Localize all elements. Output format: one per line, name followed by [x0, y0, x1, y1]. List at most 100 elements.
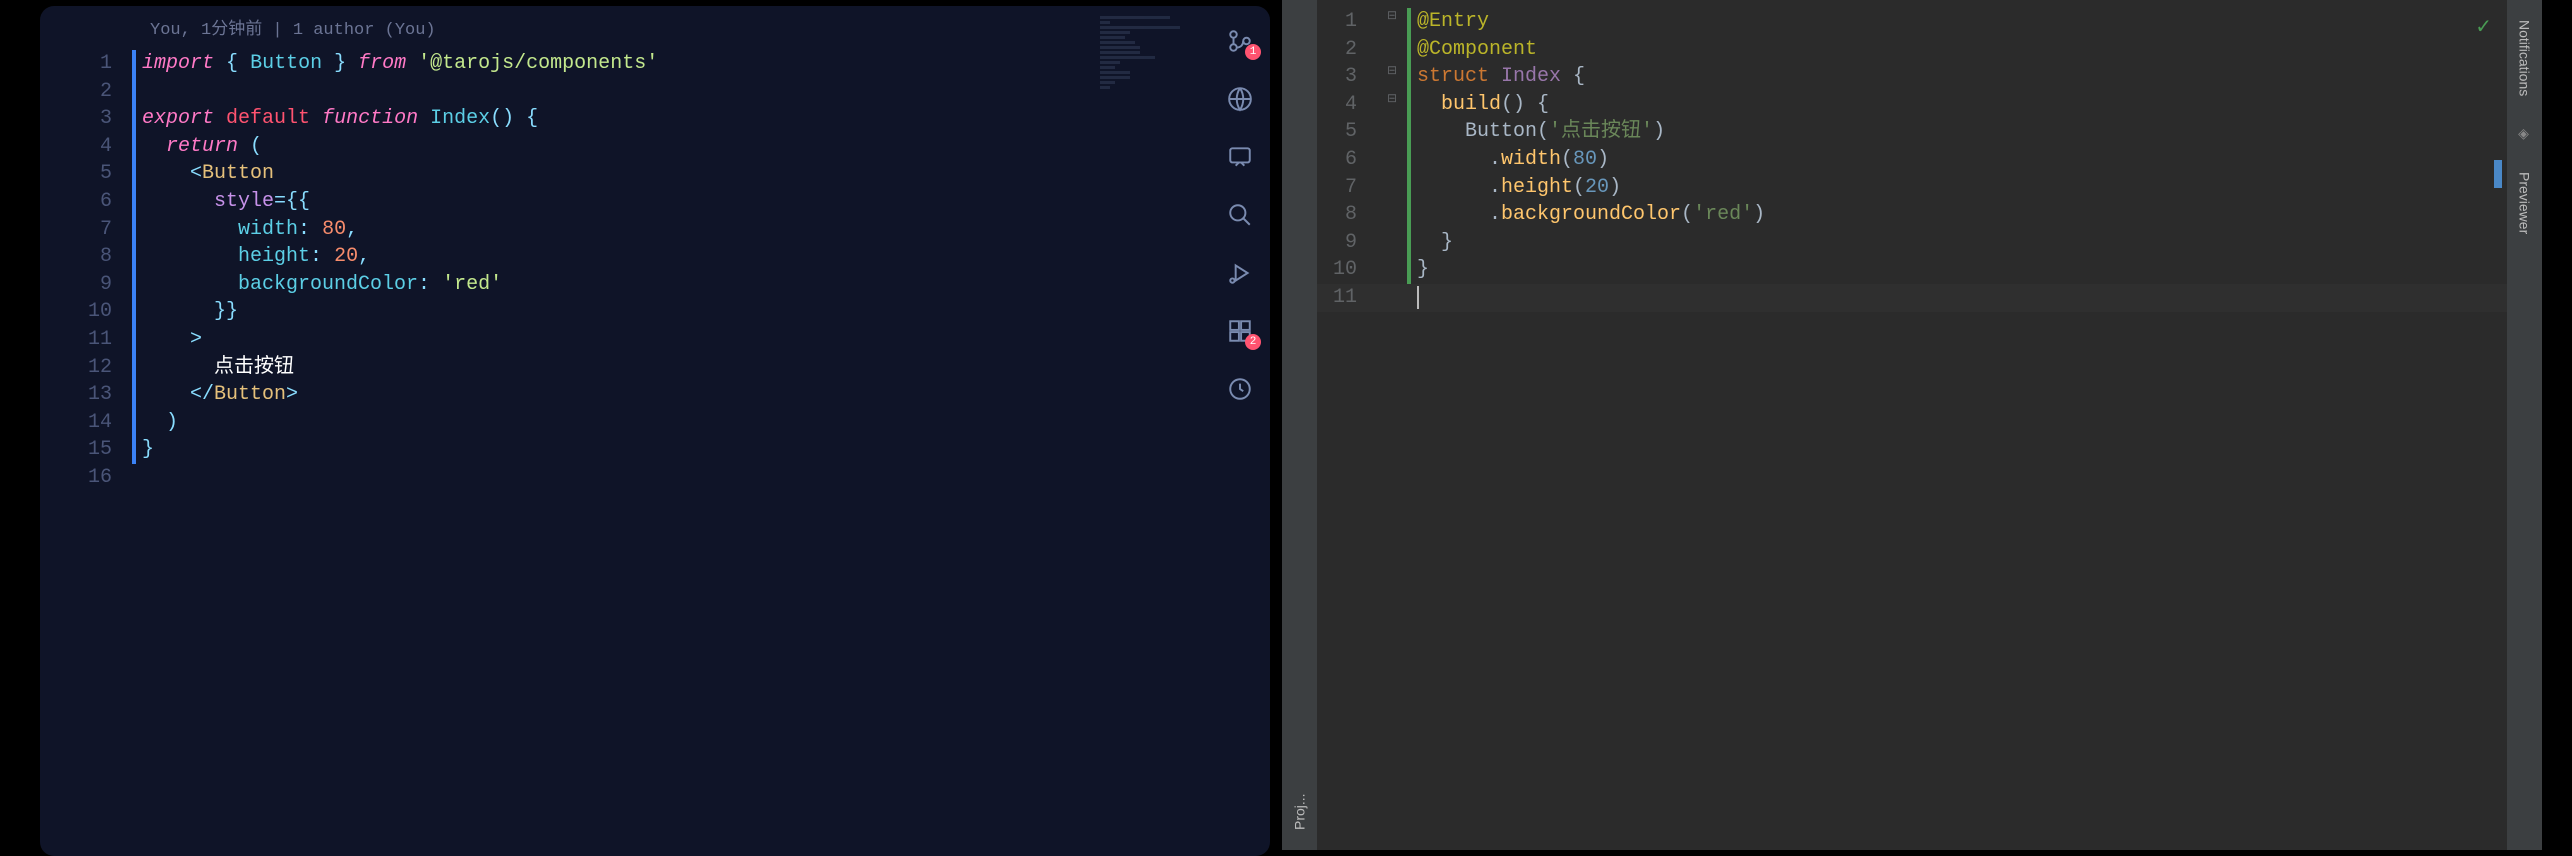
- code-line[interactable]: 3⊟ struct Index {: [1317, 63, 2507, 91]
- code-line[interactable]: 9 }: [1317, 229, 2507, 257]
- code-line[interactable]: 1⊟ @Entry: [1317, 8, 2507, 36]
- line-content[interactable]: backgroundColor: 'red': [142, 271, 1270, 299]
- search-icon[interactable]: [1225, 200, 1255, 230]
- line-content[interactable]: @Entry: [1417, 8, 2507, 36]
- line-number: 3: [40, 105, 132, 133]
- git-blame-annotation: You, 1分钟前 | 1 author (You): [40, 6, 1270, 44]
- git-change-indicator: [132, 354, 136, 382]
- git-change-indicator: [1407, 91, 1411, 119]
- code-line[interactable]: 5 Button('点击按钮'): [1317, 118, 2507, 146]
- code-line[interactable]: 2: [40, 78, 1270, 106]
- inspection-ok-icon[interactable]: ✓: [2475, 14, 2492, 40]
- line-content[interactable]: 点击按钮: [142, 354, 1270, 382]
- code-line[interactable]: 15}: [40, 436, 1270, 464]
- previewer-tab[interactable]: Previewer: [2517, 172, 2533, 234]
- line-content[interactable]: >: [142, 326, 1270, 354]
- remote-explorer-icon[interactable]: [1225, 84, 1255, 114]
- git-change-indicator: [1407, 256, 1411, 284]
- source-control-badge: 1: [1245, 44, 1261, 60]
- line-number: 1: [40, 50, 132, 78]
- line-content[interactable]: height: 20,: [142, 243, 1270, 271]
- git-change-indicator: [132, 133, 136, 161]
- code-line[interactable]: 4⊟ build() {: [1317, 91, 2507, 119]
- git-change-indicator: [132, 298, 136, 326]
- chat-icon[interactable]: [1225, 142, 1255, 172]
- extensions-badge: 2: [1245, 334, 1261, 350]
- code-line[interactable]: 13 </Button>: [40, 381, 1270, 409]
- git-change-indicator: [132, 216, 136, 244]
- timeline-icon[interactable]: [1225, 374, 1255, 404]
- project-tool-window-tab[interactable]: Proj...: [1282, 0, 1317, 850]
- scrollbar-marker[interactable]: [2494, 160, 2502, 188]
- right-tool-window-bar: Notifications ◈ Previewer: [2507, 0, 2542, 850]
- line-number: 9: [1317, 229, 1377, 257]
- line-content[interactable]: struct Index {: [1417, 63, 2507, 91]
- line-number: 10: [1317, 256, 1377, 284]
- line-number: 10: [40, 298, 132, 326]
- code-line[interactable]: 11 >: [40, 326, 1270, 354]
- line-number: 11: [40, 326, 132, 354]
- left-code-area[interactable]: 1import { Button } from '@tarojs/compone…: [40, 44, 1270, 492]
- line-content[interactable]: </Button>: [142, 381, 1270, 409]
- line-number: 8: [1317, 201, 1377, 229]
- code-line[interactable]: 3export default function Index() {: [40, 105, 1270, 133]
- line-number: 7: [40, 216, 132, 244]
- code-line[interactable]: 4 return (: [40, 133, 1270, 161]
- activity-bar: 1 2: [1210, 16, 1270, 404]
- code-line[interactable]: 14 ): [40, 409, 1270, 437]
- line-number: 8: [40, 243, 132, 271]
- right-code-area[interactable]: 1⊟@Entry2@Component3⊟struct Index {4⊟ bu…: [1317, 0, 2507, 312]
- line-number: 3: [1317, 63, 1377, 91]
- code-line[interactable]: 2@Component: [1317, 36, 2507, 64]
- code-line[interactable]: 16: [40, 464, 1270, 492]
- line-content[interactable]: }: [142, 436, 1270, 464]
- code-line[interactable]: 1import { Button } from '@tarojs/compone…: [40, 50, 1270, 78]
- code-line[interactable]: 8 .backgroundColor('red'): [1317, 201, 2507, 229]
- git-change-indicator: [132, 105, 136, 133]
- line-content[interactable]: .height(20): [1417, 174, 2507, 202]
- code-line[interactable]: 12 点击按钮: [40, 354, 1270, 382]
- line-number: 5: [1317, 118, 1377, 146]
- git-change-indicator: [132, 381, 136, 409]
- debug-icon[interactable]: [1225, 258, 1255, 288]
- line-content[interactable]: [1417, 284, 2507, 312]
- source-control-icon[interactable]: 1: [1225, 26, 1255, 56]
- line-content[interactable]: }: [1417, 256, 2507, 284]
- extensions-icon[interactable]: 2: [1225, 316, 1255, 346]
- notifications-tab[interactable]: Notifications: [2517, 20, 2533, 96]
- line-number: 4: [40, 133, 132, 161]
- line-number: 6: [40, 188, 132, 216]
- line-content[interactable]: build() {: [1417, 91, 2507, 119]
- line-content[interactable]: .width(80): [1417, 146, 2507, 174]
- fold-gutter[interactable]: ⊟: [1377, 91, 1407, 108]
- code-line[interactable]: 5 <Button: [40, 160, 1270, 188]
- line-content[interactable]: @Component: [1417, 36, 2507, 64]
- git-change-indicator: [1407, 118, 1411, 146]
- line-content[interactable]: }: [1417, 229, 2507, 257]
- code-line[interactable]: 9 backgroundColor: 'red': [40, 271, 1270, 299]
- line-number: 6: [1317, 146, 1377, 174]
- git-change-indicator: [1407, 174, 1411, 202]
- code-line[interactable]: 10}: [1317, 256, 2507, 284]
- line-content[interactable]: }}: [142, 298, 1270, 326]
- line-content[interactable]: Button('点击按钮'): [1417, 118, 2507, 146]
- fold-gutter[interactable]: ⊟: [1377, 8, 1407, 25]
- code-line[interactable]: 7 width: 80,: [40, 216, 1270, 244]
- code-line[interactable]: 6 style={{: [40, 188, 1270, 216]
- git-change-indicator: [132, 409, 136, 437]
- git-change-indicator: [132, 50, 136, 78]
- line-number: 1: [1317, 8, 1377, 36]
- git-change-indicator: [1407, 229, 1411, 257]
- code-line[interactable]: 6 .width(80): [1317, 146, 2507, 174]
- minimap[interactable]: [1100, 16, 1200, 196]
- line-content[interactable]: width: 80,: [142, 216, 1270, 244]
- code-line[interactable]: 11: [1317, 284, 2507, 312]
- line-number: 9: [40, 271, 132, 299]
- git-change-indicator: [132, 243, 136, 271]
- code-line[interactable]: 8 height: 20,: [40, 243, 1270, 271]
- line-content[interactable]: .backgroundColor('red'): [1417, 201, 2507, 229]
- code-line[interactable]: 7 .height(20): [1317, 174, 2507, 202]
- fold-gutter[interactable]: ⊟: [1377, 63, 1407, 80]
- code-line[interactable]: 10 }}: [40, 298, 1270, 326]
- line-content[interactable]: ): [142, 409, 1270, 437]
